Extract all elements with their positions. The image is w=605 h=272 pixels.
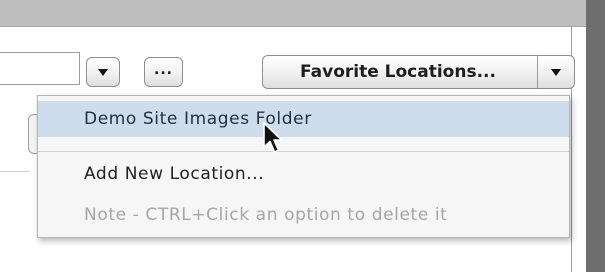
dialog-screenshot: ... Favorite Locations... Demo Site Imag…	[0, 0, 605, 272]
triangle-down-icon	[551, 68, 561, 76]
hidden-divider	[0, 171, 30, 172]
favorite-locations-menu: Demo Site Images Folder Add New Location…	[37, 95, 570, 238]
favorite-locations-dropdown-arrow[interactable]	[538, 56, 574, 88]
triangle-down-icon	[98, 68, 108, 76]
location-path-input[interactable]	[0, 52, 80, 85]
favorite-locations-button[interactable]: Favorite Locations...	[262, 55, 575, 89]
title-bar	[0, 0, 586, 27]
browse-button-label: ...	[154, 62, 173, 78]
menu-item-demo-site-images-folder[interactable]: Demo Site Images Folder	[38, 101, 569, 137]
arrow-cursor-icon	[263, 122, 283, 153]
menu-note-delete-hint: Note - CTRL+Click an option to delete it	[84, 205, 448, 225]
menu-separator	[38, 151, 569, 152]
favorite-locations-label: Favorite Locations...	[300, 62, 496, 82]
browse-button[interactable]: ...	[144, 57, 183, 87]
menu-item-add-new-location[interactable]: Add New Location...	[38, 158, 569, 190]
location-history-dropdown-button[interactable]	[86, 57, 120, 87]
window-edge	[586, 0, 605, 272]
